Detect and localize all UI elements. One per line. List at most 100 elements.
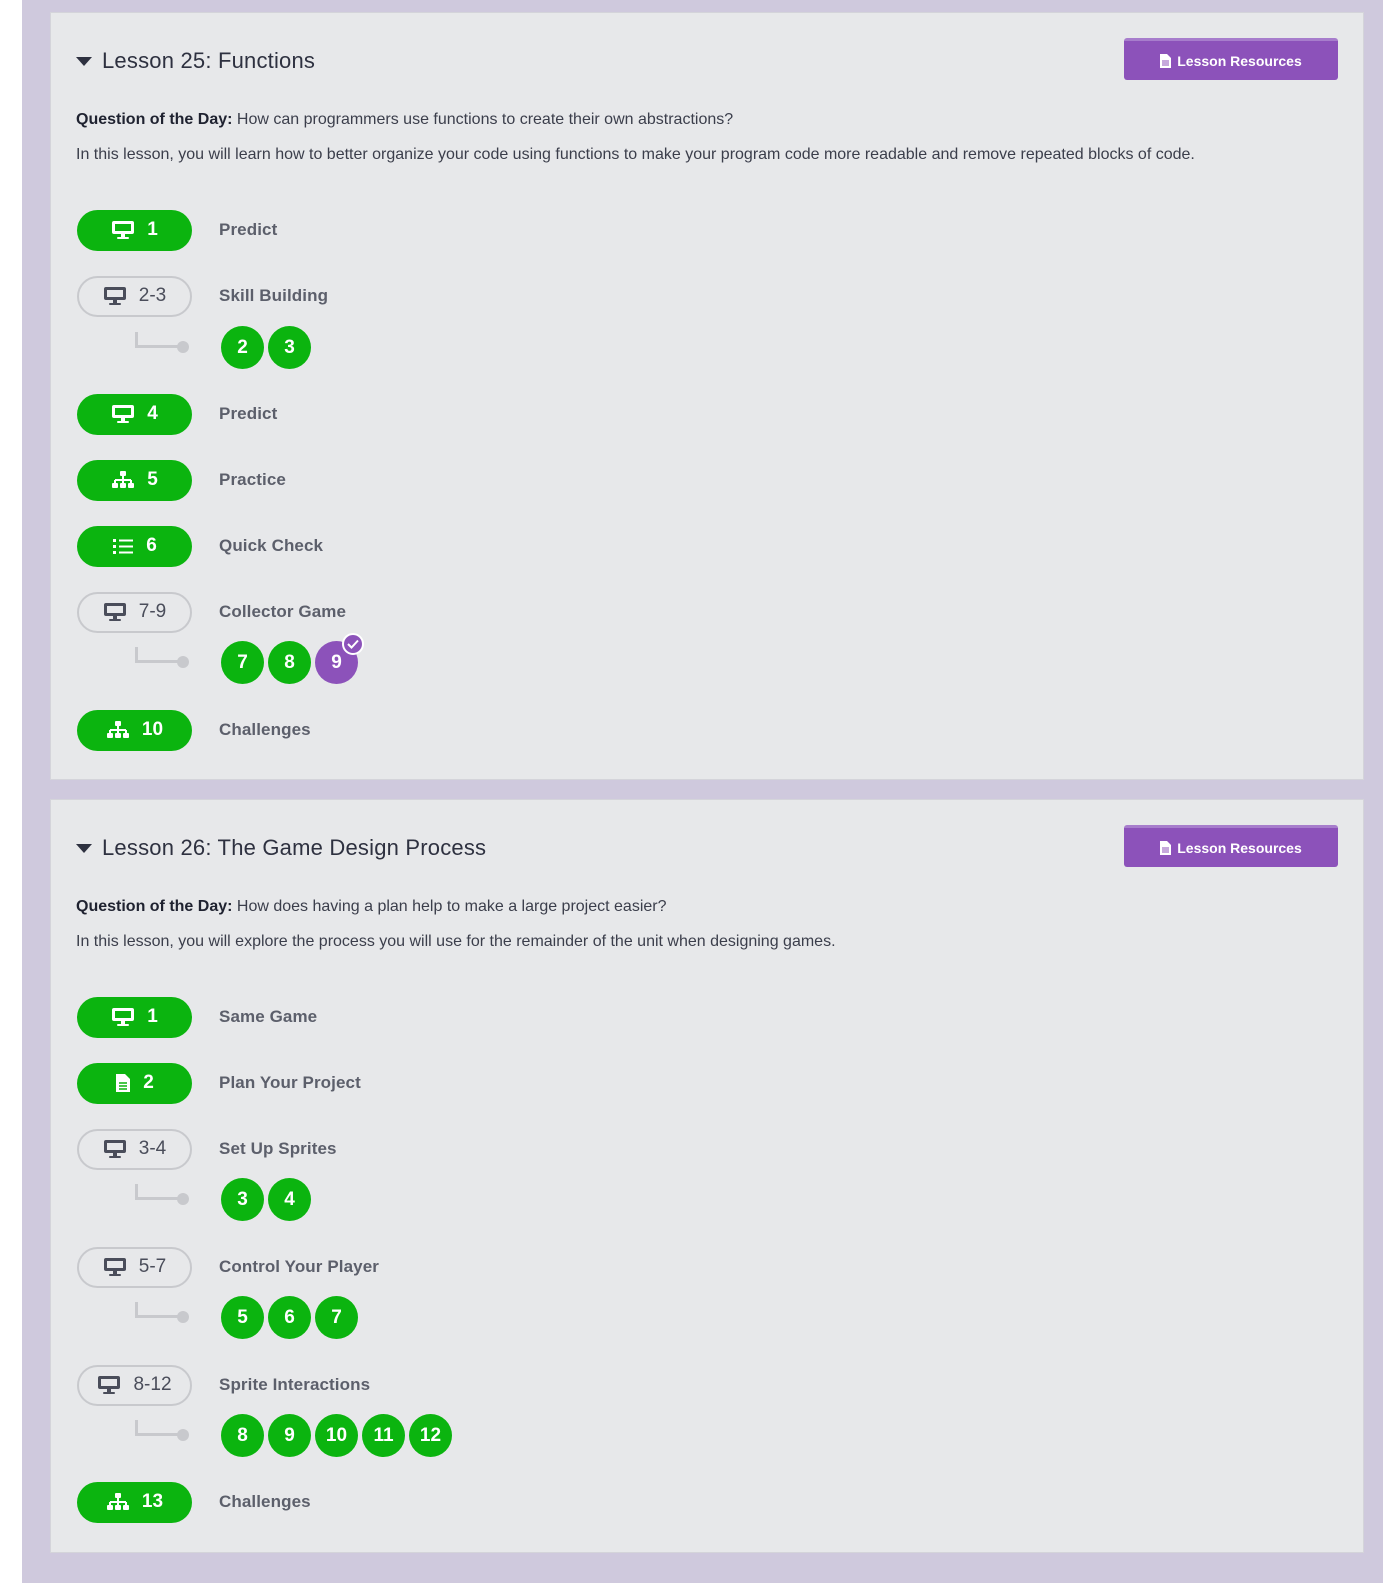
lesson-description: In this lesson, you will explore the pro… [76, 933, 836, 950]
activity-label[interactable]: Predict [219, 404, 277, 424]
check-icon [342, 633, 364, 655]
activity-pill[interactable]: 7-9 [77, 591, 192, 633]
activity-label[interactable]: Sprite Interactions [219, 1375, 370, 1395]
activity-number: 7-9 [138, 601, 167, 622]
monitor-icon [98, 1376, 121, 1394]
level-bubble[interactable]: 10 [315, 1414, 358, 1457]
level-bubble[interactable]: 4 [268, 1178, 311, 1221]
lesson-resources-label: Lesson Resources [1177, 52, 1302, 69]
level-bubble[interactable]: 7 [221, 641, 264, 684]
activity-pill[interactable]: 2 [77, 1062, 192, 1104]
qotd-text: How does having a plan help to make a la… [236, 898, 667, 915]
level-bubble[interactable]: 9 [268, 1414, 311, 1457]
activity-label[interactable]: Practice [219, 470, 286, 490]
activity-row: 1 Predict [77, 209, 277, 251]
hierarchy-icon [106, 721, 129, 738]
activity-row: 4 Predict [77, 393, 277, 435]
caret-down-icon[interactable] [76, 843, 92, 853]
lesson-title: Lesson 26: The Game Design Process [102, 835, 487, 860]
lesson-header[interactable]: Lesson 26: The Game Design Process [76, 832, 486, 864]
activity-number: 13 [141, 1491, 164, 1512]
activity-label[interactable]: Challenges [219, 720, 311, 740]
monitor-icon [103, 1140, 126, 1158]
activity-row: 8-12 Sprite Interactions [77, 1364, 370, 1406]
document-icon [1160, 53, 1172, 68]
lesson-title: Lesson 25: Functions [102, 48, 316, 73]
activity-row: 7-9 Collector Game [77, 591, 346, 633]
activity-label[interactable]: Plan Your Project [219, 1073, 361, 1093]
monitor-icon [103, 287, 126, 305]
level-bubble[interactable]: 3 [221, 1178, 264, 1221]
activity-number: 3-4 [138, 1138, 167, 1159]
level-bubble[interactable]: 8 [221, 1414, 264, 1457]
lesson-resources-label: Lesson Resources [1177, 839, 1302, 856]
activity-number: 6 [146, 535, 157, 556]
lesson-description: In this lesson, you will learn how to be… [76, 146, 1195, 163]
activity-label[interactable]: Predict [219, 220, 277, 240]
level-bubble[interactable]: 3 [268, 326, 311, 369]
activity-row: 1 Same Game [77, 996, 317, 1038]
lesson-header[interactable]: Lesson 25: Functions [76, 45, 315, 77]
level-bubble[interactable]: 11 [362, 1414, 405, 1457]
activity-number: 2-3 [138, 285, 167, 306]
lesson-resources-button[interactable]: Lesson Resources [1124, 38, 1338, 80]
level-bubble[interactable]: 6 [268, 1296, 311, 1339]
activity-pill[interactable]: 5-7 [77, 1246, 192, 1288]
hierarchy-icon [112, 471, 135, 488]
activity-label[interactable]: Quick Check [219, 536, 323, 556]
lesson-resources-button[interactable]: Lesson Resources [1124, 825, 1338, 867]
qotd-label: Question of the Day: [76, 898, 233, 915]
level-bubble[interactable]: 8 [268, 641, 311, 684]
activity-pill[interactable]: 5 [77, 459, 192, 501]
caret-down-icon[interactable] [76, 56, 92, 66]
level-bubble[interactable]: 7 [315, 1296, 358, 1339]
question-of-the-day: Question of the Day: How can programmers… [76, 111, 733, 129]
activity-number: 1 [147, 1006, 158, 1027]
question-of-the-day: Question of the Day: How does having a p… [76, 898, 667, 916]
activity-number: 2 [143, 1072, 154, 1093]
lesson-card-25: Lesson 25: Functions Lesson Resources Qu… [50, 12, 1364, 780]
qotd-label: Question of the Day: [76, 111, 233, 128]
activity-row: 5-7 Control Your Player [77, 1246, 379, 1288]
activity-label[interactable]: Set Up Sprites [219, 1139, 337, 1159]
activity-label[interactable]: Skill Building [219, 286, 328, 306]
activity-pill[interactable]: 6 [77, 525, 192, 567]
activity-number: 1 [147, 219, 158, 240]
activity-pill[interactable]: 4 [77, 393, 192, 435]
hierarchy-icon [106, 1493, 129, 1510]
level-bubble[interactable]: 2 [221, 326, 264, 369]
activity-pill[interactable]: 3-4 [77, 1128, 192, 1170]
tree-connector-dot [177, 1193, 189, 1205]
activity-row: 13 Challenges [77, 1481, 311, 1523]
activity-row: 3-4 Set Up Sprites [77, 1128, 337, 1170]
activity-row: 5 Practice [77, 459, 286, 501]
activity-pill[interactable]: 10 [77, 709, 192, 751]
activity-label[interactable]: Control Your Player [219, 1257, 379, 1277]
monitor-icon [103, 1258, 126, 1276]
activity-row: 6 Quick Check [77, 525, 323, 567]
level-bubble[interactable]: 5 [221, 1296, 264, 1339]
level-bubble-current[interactable]: 9 [315, 633, 364, 684]
level-bubble[interactable]: 12 [409, 1414, 452, 1457]
activity-pill[interactable]: 1 [77, 209, 192, 251]
tree-connector-dot [177, 1429, 189, 1441]
activity-label[interactable]: Same Game [219, 1007, 317, 1027]
activity-pill[interactable]: 1 [77, 996, 192, 1038]
tree-connector-dot [177, 1311, 189, 1323]
list-icon [113, 539, 134, 554]
activity-pill[interactable]: 2-3 [77, 275, 192, 317]
activity-pill[interactable]: 13 [77, 1481, 192, 1523]
lesson-card-26: Lesson 26: The Game Design Process Lesso… [50, 799, 1364, 1553]
activity-label[interactable]: Collector Game [219, 602, 346, 622]
activity-label[interactable]: Challenges [219, 1492, 311, 1512]
activity-row: 2-3 Skill Building [77, 275, 328, 317]
level-number: 9 [331, 651, 342, 673]
activity-number: 5 [147, 469, 158, 490]
document-icon [1160, 840, 1172, 855]
activity-row: 10 Challenges [77, 709, 311, 751]
qotd-text: How can programmers use functions to cre… [236, 111, 734, 128]
tree-connector-dot [177, 341, 189, 353]
activity-pill[interactable]: 8-12 [77, 1364, 192, 1406]
monitor-icon [103, 603, 126, 621]
monitor-icon [112, 405, 135, 423]
